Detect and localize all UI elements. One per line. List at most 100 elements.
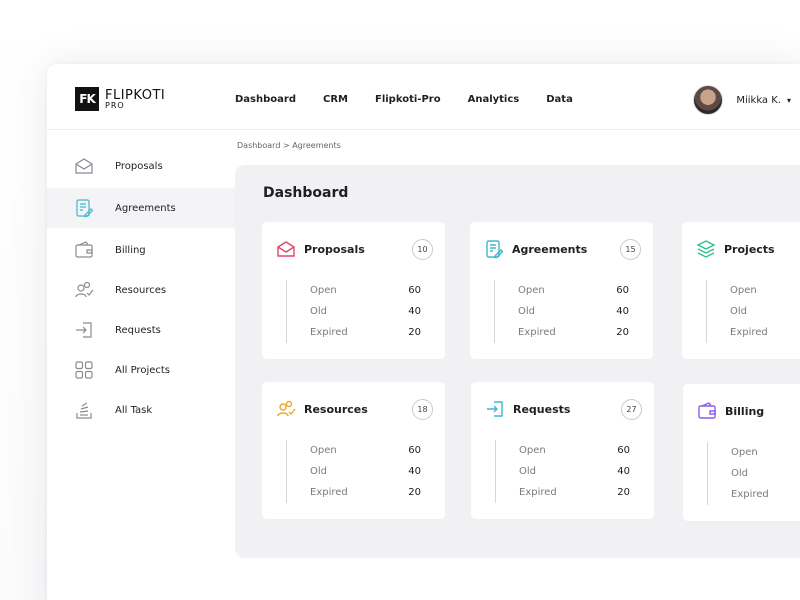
stat-label: Old xyxy=(731,468,748,479)
stat-label: Open xyxy=(730,285,757,296)
stat-label: Expired xyxy=(519,487,557,498)
stat-row: Old 40 xyxy=(519,461,630,482)
nav-data[interactable]: Data xyxy=(546,94,573,105)
card-stats: Open 60 Old 40 Expired 20 xyxy=(494,280,629,343)
stat-label: Open xyxy=(310,445,337,456)
card-title: Requests xyxy=(513,402,571,416)
stat-row: Old 40 xyxy=(310,461,421,482)
card-header: Billing xyxy=(697,400,800,422)
top-header: FK FLIPKOTI PRO Dashboard CRM Flipkoti-P… xyxy=(47,64,800,130)
stat-row: Old xyxy=(731,463,800,484)
card-billing[interactable]: Billing Open Old Expired xyxy=(683,384,800,521)
user-menu[interactable]: Miikka K. ▾ xyxy=(693,85,791,115)
nav-dashboard[interactable]: Dashboard xyxy=(235,94,296,105)
nav-flipkoti-pro[interactable]: Flipkoti-Pro xyxy=(375,94,441,105)
stack-icon xyxy=(73,399,95,421)
card-header: Proposals 10 xyxy=(276,238,433,260)
stat-label: Open xyxy=(519,445,546,456)
stat-value: 20 xyxy=(617,487,630,498)
sidebar-item-agreements[interactable]: Agreements xyxy=(47,188,235,228)
card-proposals[interactable]: Proposals 10 Open 60 Old 40 Expired 20 xyxy=(262,222,445,359)
stat-row: Expired xyxy=(730,322,800,343)
card-title: Projects xyxy=(724,242,775,256)
stat-label: Expired xyxy=(310,487,348,498)
stat-row: Old xyxy=(730,301,800,322)
stat-row: Expired 20 xyxy=(519,482,630,503)
sidebar-item-requests[interactable]: Requests xyxy=(47,310,235,350)
stat-value: 40 xyxy=(617,466,630,477)
stat-label: Old xyxy=(519,466,536,477)
stat-row: Open 60 xyxy=(519,440,630,461)
avatar[interactable] xyxy=(693,85,724,115)
card-header: Agreements 15 xyxy=(484,238,641,260)
stat-row: Open xyxy=(731,442,800,463)
sign-in-icon xyxy=(485,399,505,419)
nav-crm[interactable]: CRM xyxy=(323,94,348,105)
main-nav: Dashboard CRM Flipkoti-Pro Analytics Dat… xyxy=(235,94,600,105)
users-icon xyxy=(73,279,95,301)
count-badge: 27 xyxy=(621,398,642,420)
brand-sub: PRO xyxy=(105,100,125,110)
card-resources[interactable]: Resources 18 Open 60 Old 40 Expired 20 xyxy=(262,382,445,519)
app-window: FK FLIPKOTI PRO Dashboard CRM Flipkoti-P… xyxy=(47,64,800,600)
sidebar-item-label: Resources xyxy=(115,284,167,296)
stat-label: Old xyxy=(310,306,327,317)
sidebar-item-billing[interactable]: Billing xyxy=(47,230,235,270)
stat-label: Expired xyxy=(730,327,768,338)
stat-value: 40 xyxy=(408,466,421,477)
logo-text: FLIPKOTI PRO xyxy=(105,89,165,110)
stat-row: Open xyxy=(730,280,800,301)
card-title: Agreements xyxy=(512,242,588,256)
card-agreements[interactable]: Agreements 15 Open 60 Old 40 Expired 20 xyxy=(470,222,653,359)
stat-label: Open xyxy=(518,285,545,296)
sidebar-item-label: Agreements xyxy=(115,202,176,214)
wallet-icon xyxy=(697,401,717,421)
stat-value: 60 xyxy=(408,445,421,456)
card-stats: Open 60 Old 40 Expired 20 xyxy=(495,440,630,503)
user-name[interactable]: Miikka K. xyxy=(736,95,781,106)
layers-icon xyxy=(696,239,716,259)
users-icon xyxy=(276,399,296,419)
sidebar-item-label: All Task xyxy=(115,404,153,416)
card-stats: Open Old Expired xyxy=(707,442,800,505)
logo-mark-icon: FK xyxy=(75,87,99,111)
card-header: Requests 27 xyxy=(485,398,642,420)
breadcrumb[interactable]: Dashboard > Agreements xyxy=(237,141,341,150)
brand-logo[interactable]: FK FLIPKOTI PRO xyxy=(75,87,165,111)
stat-label: Old xyxy=(518,306,535,317)
stat-row: Expired 20 xyxy=(518,322,629,343)
sidebar-item-proposals[interactable]: Proposals xyxy=(47,146,235,186)
stat-label: Old xyxy=(730,306,747,317)
document-edit-icon xyxy=(484,239,504,259)
stat-label: Expired xyxy=(731,489,769,500)
sidebar-item-label: Requests xyxy=(115,324,161,336)
stat-row: Open 60 xyxy=(518,280,629,301)
stat-row: Old 40 xyxy=(310,301,421,322)
stat-label: Open xyxy=(731,447,758,458)
sidebar-item-label: Billing xyxy=(115,244,146,256)
stat-value: 60 xyxy=(408,285,421,296)
stat-row: Old 40 xyxy=(518,301,629,322)
nav-analytics[interactable]: Analytics xyxy=(468,94,520,105)
sidebar-item-all-projects[interactable]: All Projects xyxy=(47,350,235,390)
sidebar-item-all-task[interactable]: All Task xyxy=(47,390,235,430)
sidebar-item-label: Proposals xyxy=(115,160,163,172)
stat-value: 20 xyxy=(616,327,629,338)
card-projects[interactable]: Projects Open Old Expired xyxy=(682,222,800,359)
sidebar-item-resources[interactable]: Resources xyxy=(47,270,235,310)
card-header: Projects xyxy=(696,238,800,260)
stat-row: Open 60 xyxy=(310,280,421,301)
stat-value: 60 xyxy=(616,285,629,296)
stat-row: Expired 20 xyxy=(310,322,421,343)
stat-row: Expired 20 xyxy=(310,482,421,503)
count-badge: 10 xyxy=(412,238,433,260)
chevron-down-icon[interactable]: ▾ xyxy=(787,96,791,105)
sign-in-icon xyxy=(73,319,95,341)
dashboard-panel: Dashboard Proposals 10 Open 60 Old 40 Expi… xyxy=(235,165,800,558)
card-requests[interactable]: Requests 27 Open 60 Old 40 Expired 20 xyxy=(471,382,654,519)
card-title: Resources xyxy=(304,402,368,416)
envelope-icon xyxy=(276,239,296,259)
document-edit-icon xyxy=(73,197,95,219)
wallet-icon xyxy=(73,239,95,261)
card-stats: Open 60 Old 40 Expired 20 xyxy=(286,440,421,503)
